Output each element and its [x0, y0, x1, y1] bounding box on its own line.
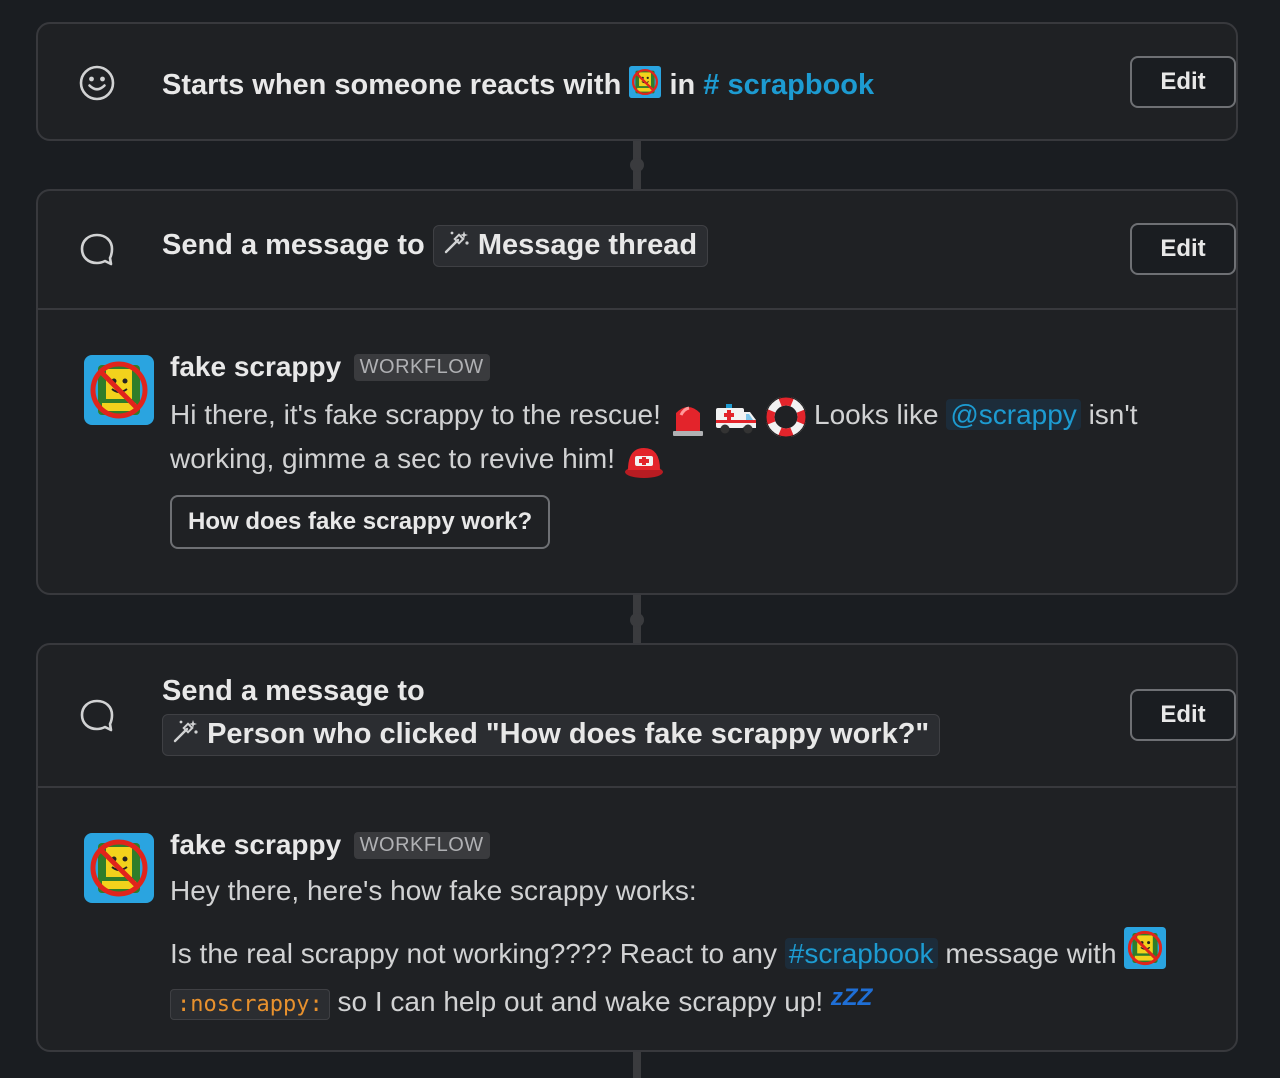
message-text: message with [945, 938, 1117, 969]
workflow-badge: WORKFLOW [353, 832, 490, 859]
lifebuoy-icon [766, 396, 807, 437]
emoji-code: :noscrappy: [170, 989, 330, 1020]
card-divider [38, 308, 1236, 310]
trigger-middle: in [669, 69, 696, 101]
message-preview: fake scrappy WORKFLOW Hi there, it's fak… [170, 351, 1176, 481]
trigger-card: Starts when someone reacts with in # scr… [36, 22, 1238, 141]
ambulance-icon [716, 403, 757, 434]
trigger-prefix: Starts when someone reacts with [162, 69, 622, 101]
trigger-channel-link[interactable]: # scrapbook [703, 69, 874, 101]
message-bubble-icon [78, 231, 116, 269]
how-does-it-work-button[interactable]: How does fake scrappy work? [170, 495, 551, 549]
message-text: Is the real scrappy not working???? Reac… [170, 938, 778, 969]
variable-label: Message thread [477, 229, 698, 261]
message-text: Looks like [814, 399, 939, 430]
flow-connector [633, 1050, 641, 1078]
message-text: Hi there, it's fake scrappy to the rescu… [170, 399, 661, 430]
card-divider [38, 786, 1236, 788]
clicked-person-variable[interactable]: Person who clicked "How does fake scrapp… [162, 714, 941, 756]
channel-link[interactable]: #scrapbook [784, 938, 938, 969]
sender-name: fake scrappy [170, 829, 342, 860]
avatar [84, 355, 154, 425]
message-thread-variable[interactable]: Message thread [432, 225, 709, 267]
rescue-helmet-icon [624, 447, 663, 478]
step-title-prefix: Send a message to [162, 229, 425, 261]
send-message-step-card: Send a message to Person who clicked "Ho… [36, 643, 1238, 1052]
message-line: Hey there, here's how fake scrappy works… [170, 875, 697, 906]
edit-step-button[interactable]: Edit [1130, 223, 1236, 275]
message-bubble-icon [78, 697, 116, 735]
noscrappy-emoji-icon [1124, 927, 1166, 969]
edit-step-button[interactable]: Edit [1130, 689, 1236, 741]
emoji-reaction-icon [79, 65, 115, 101]
sender-name: fake scrappy [170, 351, 342, 382]
step-title: Send a message to Person who clicked "Ho… [162, 675, 941, 756]
variable-label: Person who clicked "How does fake scrapp… [207, 718, 930, 750]
step-title-prefix: Send a message to [162, 675, 425, 707]
send-message-step-card: Send a message to Message thread Edit fa… [36, 189, 1238, 595]
message-text: working, gimme a sec to revive him! [170, 443, 616, 474]
workflow-badge: WORKFLOW [353, 354, 490, 381]
message-body: Is the real scrappy not working???? Reac… [170, 927, 1176, 1027]
edit-trigger-button[interactable]: Edit [1130, 56, 1236, 108]
message-body: Hi there, it's fake scrappy to the rescu… [170, 393, 1176, 481]
trigger-description: Starts when someone reacts with in # scr… [162, 66, 874, 102]
zzz-icon: zZZ [830, 984, 873, 1011]
message-text: isn't [1088, 399, 1138, 430]
magic-wand-icon [171, 717, 199, 745]
message-preview: fake scrappy WORKFLOW Hey there, here's … [170, 829, 1176, 1027]
flow-connector-dot [630, 158, 644, 172]
rotating-light-icon [672, 406, 703, 436]
message-text: so I can help out and wake scrappy up! [337, 986, 824, 1017]
magic-wand-icon [442, 228, 470, 256]
flow-connector-dot [630, 613, 644, 627]
user-mention[interactable]: @scrappy [946, 399, 1081, 430]
avatar [84, 833, 154, 903]
noscrappy-emoji-icon [629, 66, 661, 98]
step-title: Send a message to Message thread [162, 225, 709, 267]
